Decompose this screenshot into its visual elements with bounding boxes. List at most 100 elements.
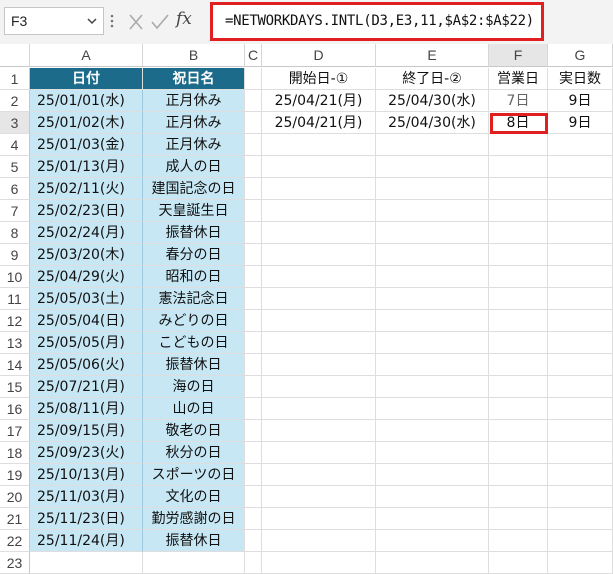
cell-d16[interactable] <box>262 398 376 420</box>
cell-e17[interactable] <box>376 420 489 442</box>
cell-d13[interactable] <box>262 332 376 354</box>
cell-g6[interactable] <box>548 178 613 200</box>
cell-e16[interactable] <box>376 398 489 420</box>
row-header-20[interactable]: 20 <box>0 486 30 508</box>
cell-e7[interactable] <box>376 200 489 222</box>
cell-e19[interactable] <box>376 464 489 486</box>
cell-d3[interactable]: 25/04/21(月) <box>262 112 376 134</box>
row-header-12[interactable]: 12 <box>0 310 30 332</box>
cell-d19[interactable] <box>262 464 376 486</box>
cell-c16[interactable] <box>245 398 262 420</box>
cell-c12[interactable] <box>245 310 262 332</box>
chevron-down-icon[interactable] <box>85 14 99 28</box>
cell-d8[interactable] <box>262 222 376 244</box>
cell-b5[interactable]: 成人の日 <box>143 156 245 178</box>
cell-a9[interactable]: 25/03/20(木) <box>30 244 143 266</box>
cell-b19[interactable]: スポーツの日 <box>143 464 245 486</box>
row-header-1[interactable]: 1 <box>0 68 30 90</box>
row-header-9[interactable]: 9 <box>0 244 30 266</box>
name-box[interactable]: F3 <box>4 7 104 35</box>
cell-d15[interactable] <box>262 376 376 398</box>
cell-g17[interactable] <box>548 420 613 442</box>
cell-e15[interactable] <box>376 376 489 398</box>
cell-e3[interactable]: 25/04/30(水) <box>376 112 489 134</box>
row-header-2[interactable]: 2 <box>0 90 30 112</box>
cell-g8[interactable] <box>548 222 613 244</box>
cell-g2[interactable]: 9日 <box>548 90 613 112</box>
cell-a2[interactable]: 25/01/01(水) <box>30 90 143 112</box>
cell-b15[interactable]: 海の日 <box>143 376 245 398</box>
cell-d21[interactable] <box>262 508 376 530</box>
cell-f14[interactable] <box>489 354 548 376</box>
cell-a5[interactable]: 25/01/13(月) <box>30 156 143 178</box>
cell-c7[interactable] <box>245 200 262 222</box>
row-header-7[interactable]: 7 <box>0 200 30 222</box>
cell-g11[interactable] <box>548 288 613 310</box>
cell-b16[interactable]: 山の日 <box>143 398 245 420</box>
cell-e13[interactable] <box>376 332 489 354</box>
cell-d18[interactable] <box>262 442 376 464</box>
cell-e8[interactable] <box>376 222 489 244</box>
cell-b13[interactable]: こどもの日 <box>143 332 245 354</box>
cell-c19[interactable] <box>245 464 262 486</box>
cell-d20[interactable] <box>262 486 376 508</box>
cell-d2[interactable]: 25/04/21(月) <box>262 90 376 112</box>
cell-b3[interactable]: 正月休み <box>143 112 245 134</box>
row-header-16[interactable]: 16 <box>0 398 30 420</box>
cell-c6[interactable] <box>245 178 262 200</box>
cell-b11[interactable]: 憲法記念日 <box>143 288 245 310</box>
cell-c5[interactable] <box>245 156 262 178</box>
cell-g13[interactable] <box>548 332 613 354</box>
row-header-19[interactable]: 19 <box>0 464 30 486</box>
select-all-corner[interactable] <box>0 44 30 67</box>
cell-f13[interactable] <box>489 332 548 354</box>
cell-b9[interactable]: 春分の日 <box>143 244 245 266</box>
cell-e11[interactable] <box>376 288 489 310</box>
cell-d1[interactable]: 開始日-① <box>262 68 376 90</box>
cell-a15[interactable]: 25/07/21(月) <box>30 376 143 398</box>
cell-a16[interactable]: 25/08/11(月) <box>30 398 143 420</box>
cell-g1[interactable]: 実日数 <box>548 68 613 90</box>
cell-g16[interactable] <box>548 398 613 420</box>
cell-a19[interactable]: 25/10/13(月) <box>30 464 143 486</box>
column-header-d[interactable]: D <box>262 44 376 67</box>
cell-c15[interactable] <box>245 376 262 398</box>
cell-e12[interactable] <box>376 310 489 332</box>
cell-c13[interactable] <box>245 332 262 354</box>
column-header-b[interactable]: B <box>143 44 245 67</box>
cell-d12[interactable] <box>262 310 376 332</box>
cell-b6[interactable]: 建国記念の日 <box>143 178 245 200</box>
confirm-icon[interactable] <box>151 14 169 30</box>
row-header-15[interactable]: 15 <box>0 376 30 398</box>
cell-g7[interactable] <box>548 200 613 222</box>
cell-f7[interactable] <box>489 200 548 222</box>
row-header-17[interactable]: 17 <box>0 420 30 442</box>
cell-a17[interactable]: 25/09/15(月) <box>30 420 143 442</box>
cell-f17[interactable] <box>489 420 548 442</box>
cell-g4[interactable] <box>548 134 613 156</box>
cell-c14[interactable] <box>245 354 262 376</box>
cell-b12[interactable]: みどりの日 <box>143 310 245 332</box>
more-options-icon[interactable] <box>110 13 114 29</box>
cell-g14[interactable] <box>548 354 613 376</box>
row-header-21[interactable]: 21 <box>0 508 30 530</box>
cell-f6[interactable] <box>489 178 548 200</box>
cell-b8[interactable]: 振替休日 <box>143 222 245 244</box>
cell-b17[interactable]: 敬老の日 <box>143 420 245 442</box>
cell-a18[interactable]: 25/09/23(火) <box>30 442 143 464</box>
cell-e2[interactable]: 25/04/30(水) <box>376 90 489 112</box>
cell-b1[interactable]: 祝日名 <box>143 68 245 90</box>
cell-c21[interactable] <box>245 508 262 530</box>
column-header-e[interactable]: E <box>376 44 489 67</box>
cell-f21[interactable] <box>489 508 548 530</box>
cell-b18[interactable]: 秋分の日 <box>143 442 245 464</box>
cell-g19[interactable] <box>548 464 613 486</box>
cell-a20[interactable]: 25/11/03(月) <box>30 486 143 508</box>
cell-a22[interactable]: 25/11/24(月) <box>30 530 143 552</box>
cell-f16[interactable] <box>489 398 548 420</box>
cell-c10[interactable] <box>245 266 262 288</box>
cell-d11[interactable] <box>262 288 376 310</box>
cell-c8[interactable] <box>245 222 262 244</box>
cell-c11[interactable] <box>245 288 262 310</box>
cell-f8[interactable] <box>489 222 548 244</box>
